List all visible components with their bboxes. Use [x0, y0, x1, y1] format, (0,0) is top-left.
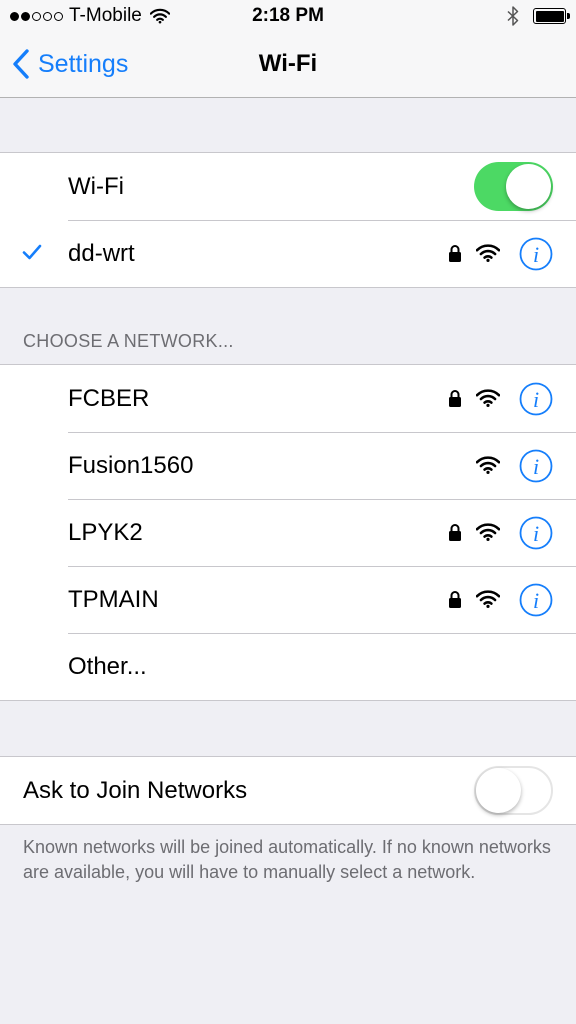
wifi-group: Wi-Fi dd-wrt: [0, 152, 576, 288]
info-button[interactable]: [519, 583, 553, 617]
network-name: TPMAIN: [68, 586, 159, 613]
ask-to-join-group: Ask to Join Networks: [0, 756, 576, 825]
toggle-knob: [476, 768, 521, 813]
checkmark-icon: [22, 244, 42, 260]
wifi-signal-icon: [476, 590, 500, 608]
choose-network-header: CHOOSE A NETWORK...: [23, 331, 234, 351]
network-name: dd-wrt: [68, 240, 135, 267]
wifi-toggle-label: Wi-Fi: [68, 173, 124, 200]
battery-icon: [533, 8, 570, 24]
wifi-signal-icon: [476, 389, 500, 407]
connected-network-row[interactable]: dd-wrt: [0, 220, 576, 287]
network-row-tpmain[interactable]: TPMAIN: [0, 566, 576, 633]
lock-icon: [448, 590, 462, 609]
info-button[interactable]: [519, 382, 553, 416]
status-right: [507, 5, 570, 27]
page-title: Wi-Fi: [258, 50, 318, 77]
other-network-label: Other...: [68, 653, 147, 680]
toggle-knob: [506, 164, 551, 209]
network-row-fcber[interactable]: FCBER: [0, 365, 576, 432]
wifi-signal-icon: [476, 456, 500, 474]
wifi-signal-icon: [476, 523, 500, 541]
bluetooth-icon: [507, 6, 519, 26]
lock-icon: [448, 244, 462, 263]
battery-tip: [567, 13, 570, 19]
network-row-fusion1560[interactable]: Fusion1560: [0, 432, 576, 499]
info-button[interactable]: [519, 237, 553, 271]
ask-to-join-row: Ask to Join Networks: [0, 757, 576, 824]
status-time: 2:18 PM: [252, 5, 324, 26]
wifi-toggle-row: Wi-Fi: [0, 153, 576, 220]
network-row-lpyk2[interactable]: LPYK2: [0, 499, 576, 566]
navigation-bar: Settings Wi-Fi: [0, 32, 576, 98]
info-button[interactable]: [519, 449, 553, 483]
networks-group: FCBER Fusion1560 LPYK2 TPMAIN Other...: [0, 364, 576, 701]
network-name: Fusion1560: [68, 452, 194, 479]
network-name: FCBER: [68, 385, 150, 412]
wifi-signal-icon: [476, 244, 500, 262]
lock-icon: [448, 523, 462, 542]
wifi-toggle-switch[interactable]: [474, 162, 553, 211]
status-bar: T-Mobile 2:18 PM: [0, 0, 576, 32]
other-network-row[interactable]: Other...: [0, 633, 576, 700]
info-button[interactable]: [519, 516, 553, 550]
ask-to-join-label: Ask to Join Networks: [23, 777, 248, 804]
ask-to-join-toggle[interactable]: [474, 766, 553, 815]
lock-icon: [448, 389, 462, 408]
ask-to-join-footer: Known networks will be joined automatica…: [23, 837, 551, 882]
battery-level: [535, 10, 564, 22]
network-name: LPYK2: [68, 519, 143, 546]
